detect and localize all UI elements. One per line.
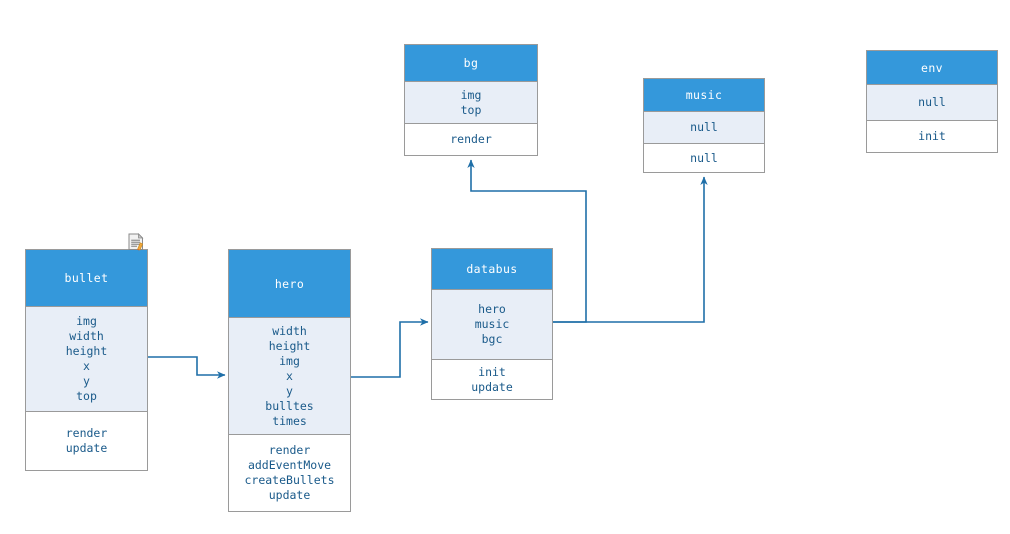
class-member: null (690, 150, 718, 165)
class-member: height (65, 344, 108, 358)
class-member: width (69, 329, 104, 343)
class-box-hero[interactable]: hero width height img x y bulltes times render… (228, 249, 351, 512)
class-header-env: env (867, 51, 997, 84)
class-member: init (918, 129, 946, 143)
class-member: top (460, 102, 482, 117)
class-member: bgc (481, 332, 503, 346)
class-member: x (286, 368, 293, 383)
class-attributes-music: null (644, 111, 764, 143)
class-attributes-bg: img top (405, 81, 537, 123)
class-member: null (918, 95, 946, 109)
class-member: times (272, 413, 307, 428)
class-box-music[interactable]: music null null (643, 78, 765, 173)
class-box-bg[interactable]: bg img top render (404, 44, 538, 156)
class-member: render (268, 443, 311, 457)
class-box-databus[interactable]: databus hero music bgc init update (431, 248, 553, 400)
class-title-bullet: bullet (64, 271, 109, 285)
class-member: img (76, 314, 97, 328)
class-methods-databus: init update (432, 359, 552, 399)
class-attributes-env: null (867, 84, 997, 120)
class-member: init (478, 364, 506, 379)
class-title-env: env (921, 60, 943, 75)
note-document-icon[interactable] (128, 233, 144, 251)
class-title-hero: hero (274, 276, 305, 291)
edge-hero-to-databus (351, 318, 429, 378)
class-attributes-databus: hero music bgc (432, 289, 552, 359)
class-methods-bullet: render update (26, 411, 147, 470)
class-member: width (272, 323, 307, 338)
diagram-canvas: bullet img width height x y top render update … (0, 0, 1010, 534)
class-member: x (83, 359, 90, 373)
class-attributes-bullet: img width height x y top (26, 306, 147, 411)
class-member: createBullets (244, 473, 335, 487)
class-member: y (83, 374, 90, 388)
class-methods-music: null (644, 143, 764, 172)
class-member: render (450, 132, 492, 146)
class-member: height (268, 338, 311, 353)
class-methods-env: init (867, 120, 997, 152)
class-member: top (76, 389, 97, 403)
class-methods-bg: render (405, 123, 537, 155)
class-header-bullet: bullet (26, 250, 147, 306)
class-header-databus: databus (432, 249, 552, 289)
class-title-bg: bg (463, 56, 479, 70)
edge-bullet-to-hero (148, 356, 226, 379)
class-header-music: music (644, 79, 764, 111)
class-member: update (471, 379, 513, 394)
class-member: hero (478, 302, 506, 316)
class-member: render (65, 426, 108, 440)
class-box-bullet[interactable]: bullet img width height x y top render update (25, 249, 148, 471)
class-member: music (474, 317, 510, 331)
class-member: update (268, 488, 311, 502)
class-methods-hero: render addEventMove createBullets update (229, 434, 350, 511)
class-member: img (279, 353, 300, 368)
class-box-env[interactable]: env null init (866, 50, 998, 153)
class-header-hero: hero (229, 250, 350, 317)
class-member: null (690, 120, 718, 134)
class-member: bulltes (265, 398, 314, 413)
class-title-databus: databus (466, 262, 518, 276)
class-member: img (460, 87, 482, 102)
class-member: addEventMove (247, 458, 332, 472)
class-member: update (65, 441, 108, 455)
class-member: y (286, 383, 293, 398)
edge-databus-to-music (553, 176, 708, 323)
class-title-music: music (685, 88, 723, 102)
class-header-bg: bg (405, 45, 537, 81)
class-attributes-hero: width height img x y bulltes times (229, 317, 350, 434)
